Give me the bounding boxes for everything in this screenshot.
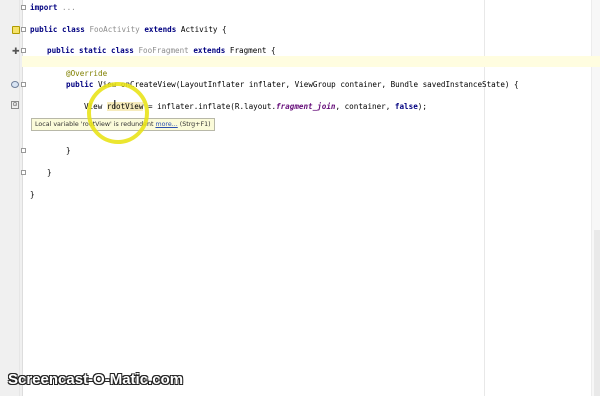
- method-signature: View onCreateView(LayoutInflater inflate…: [93, 80, 519, 89]
- folded-text[interactable]: ...: [57, 3, 76, 12]
- fold-marker[interactable]: [21, 48, 26, 53]
- keyword: public class: [30, 25, 85, 34]
- implement-icon[interactable]: ⊙: [11, 101, 19, 109]
- keyword: public: [66, 80, 94, 89]
- parent-class: Activity {: [176, 25, 227, 34]
- class-name: FooActivity: [84, 25, 145, 34]
- code-line-close-fragment[interactable]: }: [47, 168, 52, 178]
- watermark: Screencast-O-Matic.com: [8, 371, 184, 388]
- current-line-highlight: [22, 56, 600, 67]
- expression: , container,: [335, 102, 395, 111]
- expression-end: );: [417, 102, 427, 111]
- class-name: FooFragment: [133, 46, 194, 55]
- code-line-close-class[interactable]: }: [30, 190, 35, 200]
- text-cursor-icon: I: [113, 98, 117, 112]
- keyword: import: [30, 3, 58, 12]
- fold-marker[interactable]: [21, 5, 26, 10]
- expression: = inflater.inflate(R.layout.: [143, 102, 277, 111]
- keyword: extends: [144, 25, 177, 34]
- fold-guide: [19, 0, 20, 396]
- fold-marker[interactable]: [21, 170, 26, 175]
- fold-marker[interactable]: [21, 27, 26, 32]
- code-line-import[interactable]: import ...: [30, 3, 76, 13]
- layout-field: fragment_join: [276, 102, 336, 111]
- keyword: public static class: [47, 46, 134, 55]
- code-line-close-method[interactable]: }: [66, 146, 71, 156]
- code-line-fragment-decl[interactable]: public static class FooFragment extends …: [47, 46, 276, 56]
- breakpoint-icon[interactable]: [12, 26, 20, 34]
- annotation: @Override: [66, 69, 108, 78]
- parent-class: Fragment {: [225, 46, 276, 55]
- keyword: false: [394, 102, 418, 111]
- vertical-scrollbar[interactable]: [594, 230, 600, 396]
- fold-marker[interactable]: [21, 82, 26, 87]
- tooltip-shortcut: (Strg+F1): [177, 121, 211, 128]
- code-line-override[interactable]: @Override: [66, 69, 107, 79]
- code-editor[interactable]: ✚ ⊙ import ... public class FooActivity …: [0, 0, 600, 396]
- fold-marker[interactable]: [21, 148, 26, 153]
- keyword: extends: [193, 46, 226, 55]
- override-icon[interactable]: [11, 81, 19, 88]
- code-line-class-decl[interactable]: public class FooActivity extends Activit…: [30, 25, 227, 35]
- tooltip-more-link[interactable]: more...: [155, 121, 177, 128]
- cursor-highlight-ring: [87, 82, 149, 144]
- generic-icon[interactable]: ✚: [12, 47, 20, 57]
